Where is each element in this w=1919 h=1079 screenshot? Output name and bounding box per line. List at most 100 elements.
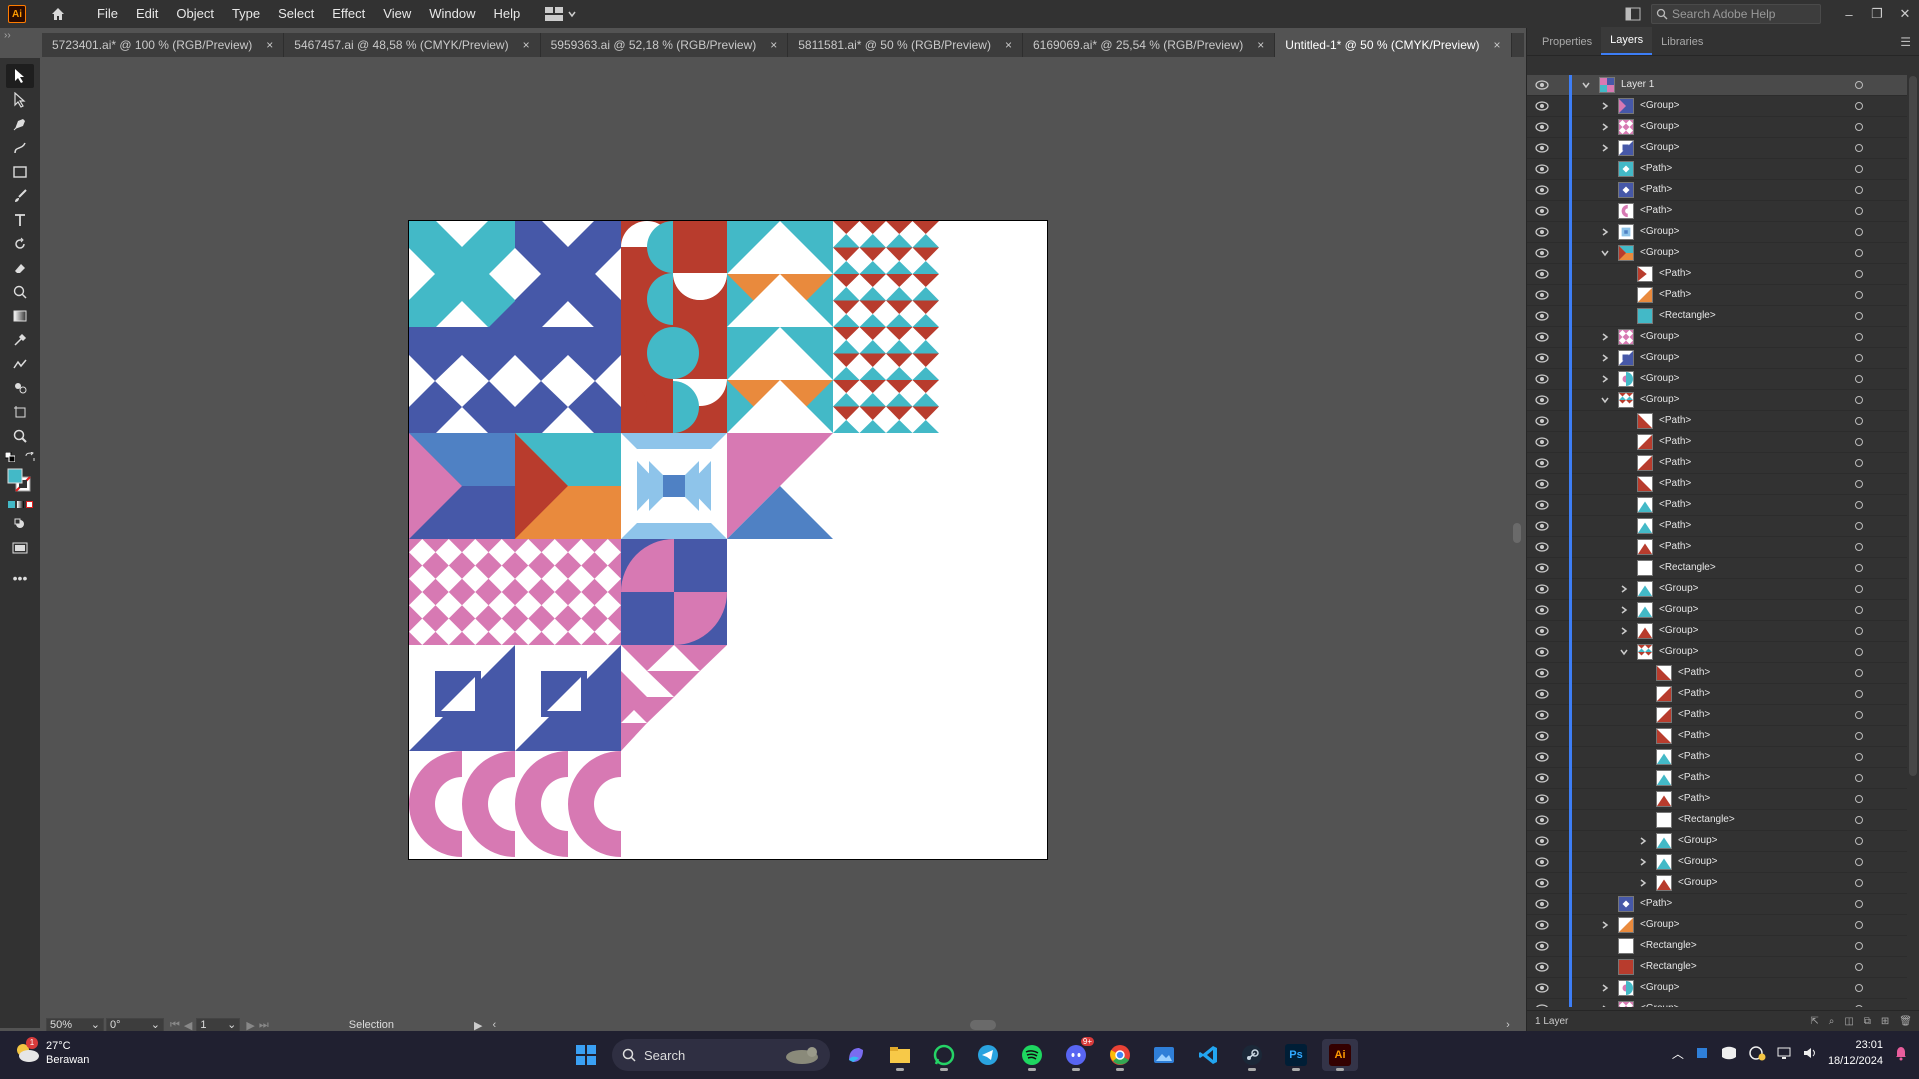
visibility-eye-icon[interactable] [1535,625,1549,637]
target-circle-icon[interactable] [1855,585,1863,593]
panel-toggle-icon[interactable] [1625,7,1641,21]
search-help-field[interactable]: Search Adobe Help [1651,4,1821,24]
visibility-eye-icon[interactable] [1535,835,1549,847]
shape-builder-tool-icon[interactable] [6,280,34,304]
visibility-eye-icon[interactable] [1535,961,1549,973]
visibility-eye-icon[interactable] [1535,331,1549,343]
target-circle-icon[interactable] [1855,438,1863,446]
discord-tray-icon[interactable] [1720,1045,1738,1061]
layer-row[interactable]: <Path> [1527,495,1907,516]
target-circle-icon[interactable] [1855,123,1863,131]
target-circle-icon[interactable] [1855,333,1863,341]
visibility-eye-icon[interactable] [1535,751,1549,763]
layer-row[interactable]: <Group> [1527,96,1907,117]
layer-row[interactable]: <Group> [1527,222,1907,243]
layers-scrollbar[interactable] [1909,76,1917,776]
visibility-eye-icon[interactable] [1535,940,1549,952]
export-icon[interactable]: ⇱ [1810,1016,1818,1027]
chevron-right-icon[interactable] [1619,626,1629,636]
curvature-tool-icon[interactable] [6,136,34,160]
target-circle-icon[interactable] [1855,648,1863,656]
clipping-mask-icon[interactable]: ◫ [1844,1016,1853,1027]
default-colors-icon[interactable] [5,448,35,466]
menu-edit[interactable]: Edit [127,0,167,28]
target-circle-icon[interactable] [1855,963,1863,971]
target-circle-icon[interactable] [1855,375,1863,383]
chevron-down-icon[interactable] [1600,248,1610,258]
layer-row[interactable]: <Group> [1527,873,1907,894]
chevron-right-icon[interactable] [1600,143,1610,153]
target-circle-icon[interactable] [1855,627,1863,635]
chevron-down-icon[interactable] [1619,647,1629,657]
scroll-right-icon[interactable]: › [1506,1019,1510,1031]
usb-device-icon[interactable] [1694,1045,1710,1061]
file-explorer-icon[interactable] [882,1039,918,1071]
menu-view[interactable]: View [374,0,420,28]
vertical-scroll-thumb[interactable] [1513,523,1521,543]
chevron-right-icon[interactable] [1600,1004,1610,1007]
layer-row[interactable]: <Path> [1527,285,1907,306]
visibility-eye-icon[interactable] [1535,646,1549,658]
target-circle-icon[interactable] [1855,1005,1863,1007]
rotate-tool-icon[interactable] [6,232,34,256]
visibility-eye-icon[interactable] [1535,499,1549,511]
layer-row[interactable]: <Group> [1527,348,1907,369]
horizontal-scroll-thumb[interactable] [970,1020,997,1030]
artboard-last-icon[interactable]: ⏭ [259,1019,269,1032]
layer-row[interactable]: <Group> [1527,600,1907,621]
home-icon[interactable] [48,4,68,24]
layer-row[interactable]: Layer 1 [1527,75,1907,96]
tab-layers[interactable]: Layers [1601,27,1653,55]
target-circle-icon[interactable] [1855,417,1863,425]
visibility-eye-icon[interactable] [1535,898,1549,910]
visibility-eye-icon[interactable] [1535,289,1549,301]
rectangle-tool-icon[interactable] [6,160,34,184]
visibility-eye-icon[interactable] [1535,226,1549,238]
visibility-eye-icon[interactable] [1535,373,1549,385]
document-tab[interactable]: 6169069.ai* @ 25,54 % (RGB/Preview) × [1023,33,1276,57]
menu-help[interactable]: Help [484,0,529,28]
layer-row[interactable]: <Path> [1527,768,1907,789]
layer-row[interactable]: <Group> [1527,390,1907,411]
tab-properties[interactable]: Properties [1533,29,1601,55]
visibility-eye-icon[interactable] [1535,436,1549,448]
layer-row[interactable]: <Rectangle> [1527,306,1907,327]
locate-object-icon[interactable]: ⌕ [1829,1016,1835,1027]
artboard-next-icon[interactable]: ▶ [246,1019,254,1032]
layer-row[interactable]: <Group> [1527,117,1907,138]
scroll-left-icon[interactable]: ‹ [492,1019,496,1031]
canvas-area[interactable] [42,58,1512,1016]
visibility-eye-icon[interactable] [1535,604,1549,616]
target-circle-icon[interactable] [1855,984,1863,992]
menu-effect[interactable]: Effect [323,0,374,28]
eyedropper-tool-icon[interactable] [6,328,34,352]
target-circle-icon[interactable] [1855,270,1863,278]
target-circle-icon[interactable] [1855,165,1863,173]
layer-row[interactable]: <Group> [1527,999,1907,1007]
network-icon[interactable] [1776,1045,1792,1061]
close-icon[interactable]: × [770,38,777,52]
layer-row[interactable]: <Rectangle> [1527,810,1907,831]
layer-row[interactable]: <Group> [1527,621,1907,642]
visibility-eye-icon[interactable] [1535,352,1549,364]
gradient-tool-icon[interactable] [6,304,34,328]
zoom-field[interactable]: 50% ⌄ [46,1018,104,1032]
drawing-mode-icon[interactable] [6,512,34,536]
chevron-right-icon[interactable] [1638,878,1648,888]
layer-row[interactable]: <Group> [1527,915,1907,936]
layer-row[interactable]: <Path> [1527,705,1907,726]
tray-overflow-icon[interactable]: ︿ [1672,1045,1684,1062]
layer-row[interactable]: <Group> [1527,138,1907,159]
photoshop-icon[interactable]: Ps [1278,1039,1314,1071]
chevron-right-icon[interactable] [1600,332,1610,342]
artboard-prev-icon[interactable]: ◀ [184,1019,192,1032]
artboard[interactable] [408,220,1048,860]
visibility-eye-icon[interactable] [1535,478,1549,490]
target-circle-icon[interactable] [1855,312,1863,320]
target-circle-icon[interactable] [1855,837,1863,845]
menu-select[interactable]: Select [269,0,323,28]
layer-row[interactable]: <Group> [1527,327,1907,348]
tab-libraries[interactable]: Libraries [1652,29,1712,55]
copilot-icon[interactable] [838,1039,874,1071]
visibility-eye-icon[interactable] [1535,793,1549,805]
